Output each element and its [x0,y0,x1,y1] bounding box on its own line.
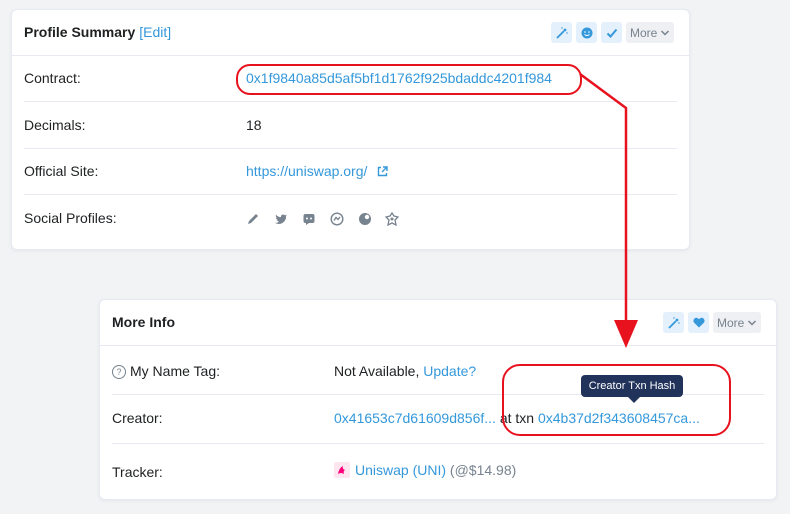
edit-link[interactable]: [Edit] [139,24,171,40]
more-dropdown-button-2[interactable]: More [713,312,762,333]
check-button[interactable] [601,22,622,43]
token-price: (@$14.98) [449,462,517,478]
medium-icon[interactable] [358,212,372,226]
more-info-header: More Info More [100,300,776,346]
wand-button[interactable] [551,22,572,43]
decimals-row: Decimals: 18 [24,102,677,149]
heart-icon [692,317,705,328]
contract-label: Contract: [24,70,81,86]
more-dropdown-button[interactable]: More [626,22,675,43]
wand-button-2[interactable] [663,312,684,333]
favorite-button[interactable] [688,312,709,333]
magic-wand-icon [667,316,680,329]
social-profiles-row: Social Profiles: [24,195,677,241]
smile-button[interactable] [576,22,597,43]
external-link-icon[interactable] [377,166,388,177]
uniswap-logo-icon [334,462,350,478]
creator-label: Creator: [112,410,163,426]
creator-txn-annotation-box [502,364,731,436]
official-site-link[interactable]: https://uniswap.org/ [246,163,367,179]
social-profiles-label: Social Profiles: [24,210,117,226]
token-tracker-link[interactable]: Uniswap (UNI) [355,462,446,478]
profile-summary-card: Profile Summary [Edit] More Contract: 0x1… [11,9,690,250]
creator-address-link[interactable]: 0x41653c7d61609d856f... [334,410,496,426]
smile-icon [581,27,592,38]
question-circle-icon[interactable]: ? [112,365,126,379]
update-name-tag-link[interactable]: Update? [423,363,476,379]
name-tag-value-wrap: Not Available, Update? [334,363,476,379]
twitter-icon[interactable] [274,212,288,226]
discord-icon[interactable] [302,212,316,226]
tracker-label: Tracker: [112,464,163,480]
profile-summary-title-text: Profile Summary [24,24,136,40]
more-label: More [717,315,745,330]
tracker-row: Tracker: Uniswap (UNI) (@$14.98) [112,444,764,494]
more-info-title: More Info [112,314,175,330]
official-site-row: Official Site: https://uniswap.org/ [24,149,677,195]
official-site-label: Official Site: [24,163,99,179]
pencil-icon[interactable] [246,212,260,226]
magic-wand-icon [555,26,568,39]
name-tag-label: My Name Tag: [130,363,220,379]
name-tag-label-wrap: ? My Name Tag: [112,363,220,379]
tracker-value: Uniswap (UNI) (@$14.98) [334,462,516,478]
official-site-value: https://uniswap.org/ [246,163,388,179]
profile-summary-header: Profile Summary [Edit] More [12,10,689,56]
decimals-value: 18 [246,117,262,133]
profile-summary-title: Profile Summary [Edit] [24,24,171,40]
chevron-down-icon [661,29,670,36]
more-label: More [630,25,658,40]
chevron-down-icon [748,319,757,326]
chat-icon[interactable] [330,212,344,226]
name-tag-value: Not Available, [334,363,420,379]
check-icon [606,28,617,38]
github-icon[interactable] [385,212,400,227]
contract-annotation-box [236,64,582,95]
decimals-label: Decimals: [24,117,86,133]
social-icons [246,210,409,227]
